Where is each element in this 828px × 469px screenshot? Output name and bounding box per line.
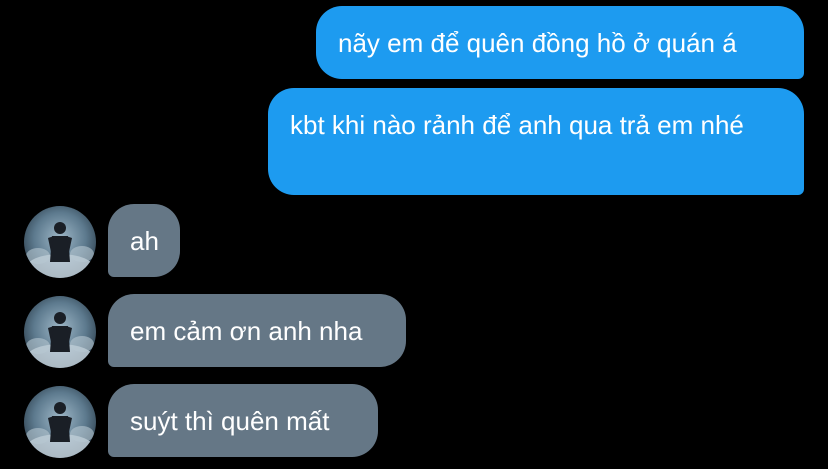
- incoming-message[interactable]: ah: [108, 204, 180, 277]
- user-avatar-icon: [24, 296, 96, 368]
- user-avatar-icon: [24, 206, 96, 278]
- avatar[interactable]: [24, 206, 96, 278]
- outgoing-message[interactable]: nãy em để quên đồng hồ ở quán á: [316, 6, 804, 79]
- user-avatar-icon: [24, 386, 96, 458]
- avatar[interactable]: [24, 296, 96, 368]
- avatar[interactable]: [24, 386, 96, 458]
- incoming-message[interactable]: suýt thì quên mất: [108, 384, 378, 457]
- incoming-message[interactable]: em cảm ơn anh nha: [108, 294, 406, 367]
- outgoing-message[interactable]: kbt khi nào rảnh để anh qua trả em nhé: [268, 88, 804, 195]
